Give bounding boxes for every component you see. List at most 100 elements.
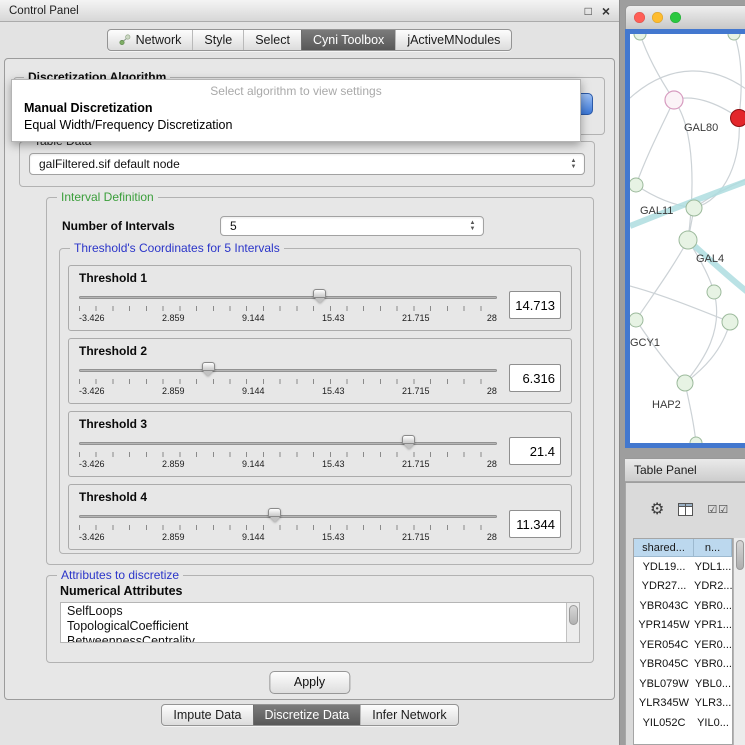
table-panel-titlebar[interactable]: Table Panel bbox=[625, 458, 745, 482]
tab-discretize-data[interactable]: Discretize Data bbox=[253, 705, 361, 725]
tab-label: Style bbox=[204, 33, 232, 47]
tick-label: 21.715 bbox=[402, 459, 430, 469]
list-item[interactable]: BetweennessCentrality bbox=[61, 633, 579, 643]
node-label: GAL4 bbox=[696, 253, 724, 265]
node-label: GAL11 bbox=[640, 205, 673, 217]
tab-jactivemnodules[interactable]: jActiveMNodules bbox=[395, 30, 511, 50]
stepper-icon[interactable]: ▲▼ bbox=[465, 219, 480, 233]
table-cell: YBR043C bbox=[634, 600, 694, 612]
table-data-combo[interactable]: galFiltered.sif default node ▲▼ bbox=[29, 153, 585, 175]
apply-button[interactable]: Apply bbox=[269, 671, 350, 694]
desktop: Control Panel □ × Network Style Select C… bbox=[0, 0, 745, 745]
network-graph[interactable]: GAL80 GAL11 GAL4 GCY1 HAP2 bbox=[630, 34, 745, 443]
slider-track[interactable] bbox=[79, 369, 497, 372]
table-panel-title: Table Panel bbox=[634, 463, 697, 477]
window-title: Control Panel bbox=[9, 5, 575, 17]
threshold-2-value-field[interactable]: 6.316 bbox=[509, 364, 561, 392]
tab-style[interactable]: Style bbox=[192, 30, 243, 50]
threshold-2-slider[interactable] bbox=[79, 362, 497, 378]
selected-red-node[interactable] bbox=[731, 110, 745, 127]
threshold-2-box: Threshold 2 -3.4262.8599.14415.4321.7152… bbox=[68, 338, 572, 404]
float-window-icon[interactable]: □ bbox=[585, 4, 592, 18]
close-traffic-light[interactable] bbox=[634, 12, 645, 23]
table-row[interactable]: YPR145WYPR1... bbox=[634, 616, 732, 636]
close-icon[interactable]: × bbox=[602, 3, 610, 19]
list-item[interactable]: TopologicalCoefficient bbox=[61, 618, 579, 633]
slider-thumb[interactable] bbox=[202, 362, 215, 371]
top-tabbar: Network Style Select Cyni Toolbox jActiv… bbox=[0, 22, 619, 56]
tab-select[interactable]: Select bbox=[243, 30, 301, 50]
settings-gear-icon[interactable]: ⚙ bbox=[650, 502, 664, 518]
combo-value: galFiltered.sif default node bbox=[39, 157, 180, 171]
table-row[interactable]: YDL19...YDL1... bbox=[634, 557, 732, 577]
table-row[interactable]: YLR345WYLR3... bbox=[634, 694, 732, 714]
tick-label: 28 bbox=[487, 386, 497, 396]
table-row[interactable]: YDR27...YDR2... bbox=[634, 577, 732, 597]
number-of-intervals-combo[interactable]: 5 ▲▼ bbox=[220, 216, 484, 236]
threshold-3-slider[interactable] bbox=[79, 435, 497, 451]
column-layout-icon[interactable] bbox=[678, 503, 693, 516]
slider-ticks bbox=[79, 525, 497, 530]
table-row[interactable]: YBR045CYBR0... bbox=[634, 655, 732, 675]
slider-ticks bbox=[79, 452, 497, 457]
table-row[interactable]: YBL079WYBL0... bbox=[634, 674, 732, 694]
table-cell: YPR145W bbox=[634, 619, 694, 631]
table-scrollbar[interactable] bbox=[733, 538, 745, 745]
tab-infer-network[interactable]: Infer Network bbox=[360, 705, 457, 725]
control-panel-titlebar[interactable]: Control Panel □ × bbox=[0, 0, 619, 22]
table-cell: YPR1... bbox=[694, 619, 732, 631]
tick-label: -3.426 bbox=[79, 532, 105, 542]
slider-track[interactable] bbox=[79, 515, 497, 518]
select-columns-checkbox-icon[interactable]: ☑☑ bbox=[707, 502, 729, 518]
bottom-tabbar: Impute Data Discretize Data Infer Networ… bbox=[0, 704, 620, 726]
threshold-3-value-field[interactable]: 21.4 bbox=[509, 437, 561, 465]
threshold-label: Threshold 3 bbox=[79, 417, 561, 431]
scrollbar-thumb[interactable] bbox=[569, 605, 578, 625]
table-row[interactable]: YIL052CYIL0... bbox=[634, 713, 732, 733]
table-panel: ⚙ ☑☑ shared... n... YDL19...YDL1... YDR2… bbox=[625, 483, 745, 745]
slider-thumb[interactable] bbox=[268, 508, 281, 517]
list-scrollbar[interactable] bbox=[566, 603, 579, 642]
threshold-4-slider[interactable] bbox=[79, 508, 497, 524]
slider-track[interactable] bbox=[79, 296, 497, 299]
algorithm-dropdown-popup: Select algorithm to view settings Manual… bbox=[11, 79, 581, 142]
scrollbar-thumb[interactable] bbox=[736, 540, 744, 570]
tick-label: 9.144 bbox=[242, 532, 265, 542]
tick-label: 28 bbox=[487, 459, 497, 469]
table-row[interactable]: YER054CYER0... bbox=[634, 635, 732, 655]
popup-option-manual-discretization[interactable]: Manual Discretization bbox=[12, 100, 580, 117]
column-header[interactable]: shared... bbox=[634, 539, 694, 557]
slider-thumb[interactable] bbox=[402, 435, 415, 444]
column-header[interactable]: n... bbox=[694, 539, 732, 557]
gal80-node[interactable] bbox=[665, 91, 683, 109]
list-item[interactable]: SelfLoops bbox=[61, 603, 579, 618]
tab-cyni-toolbox[interactable]: Cyni Toolbox bbox=[301, 30, 395, 50]
network-nodes[interactable] bbox=[630, 34, 740, 443]
table-cell: YDR27... bbox=[634, 580, 694, 592]
slider-thumb[interactable] bbox=[313, 289, 326, 298]
down-arrow-icon: ▼ bbox=[571, 164, 577, 170]
popup-option-equal-width-frequency[interactable]: Equal Width/Frequency Discretization bbox=[12, 117, 580, 134]
tab-network[interactable]: Network bbox=[108, 30, 193, 50]
stepper-icon[interactable]: ▲▼ bbox=[566, 156, 581, 172]
minimize-traffic-light[interactable] bbox=[652, 12, 663, 23]
network-canvas[interactable]: GAL80 GAL11 GAL4 GCY1 HAP2 bbox=[625, 29, 745, 448]
table-row[interactable]: YBR043CYBR0... bbox=[634, 596, 732, 616]
tick-label: 21.715 bbox=[402, 386, 430, 396]
slider-ticks bbox=[79, 306, 497, 311]
tick-label: 9.144 bbox=[242, 459, 265, 469]
threshold-1-value-field[interactable]: 14.713 bbox=[509, 291, 561, 319]
tab-impute-data[interactable]: Impute Data bbox=[162, 705, 252, 725]
network-window-titlebar[interactable] bbox=[625, 5, 745, 29]
slider-track[interactable] bbox=[79, 442, 497, 445]
threshold-1-slider[interactable] bbox=[79, 289, 497, 305]
threshold-label: Threshold 2 bbox=[79, 344, 561, 358]
threshold-label: Threshold 4 bbox=[79, 490, 561, 504]
table-cell: YBR0... bbox=[694, 600, 732, 612]
number-of-intervals-label: Number of Intervals bbox=[62, 219, 220, 233]
tab-label: Impute Data bbox=[173, 708, 241, 722]
zoom-traffic-light[interactable] bbox=[670, 12, 681, 23]
threshold-4-value-field[interactable]: 11.344 bbox=[509, 510, 561, 538]
threshold-label: Threshold 1 bbox=[79, 271, 561, 285]
group-title: Interval Definition bbox=[57, 190, 158, 204]
